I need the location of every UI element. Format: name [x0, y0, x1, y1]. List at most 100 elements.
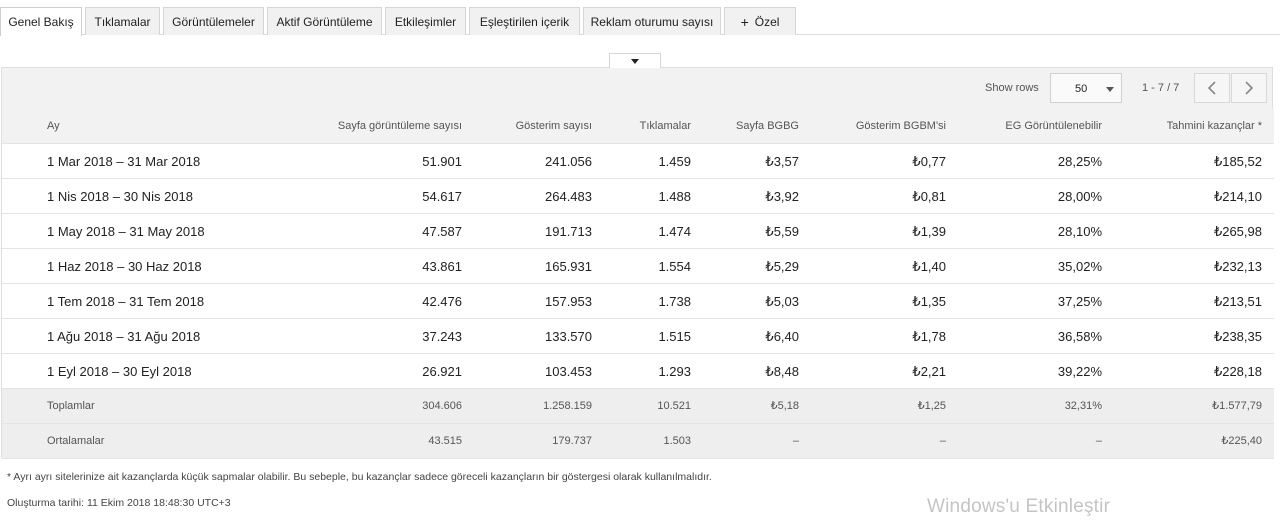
table-cell: ₺214,10: [1213, 189, 1262, 204]
table-cell: 37,25%: [1057, 294, 1102, 309]
table-cell: 42.476: [422, 294, 462, 309]
table-cell: 28,25%: [1057, 154, 1102, 169]
table-cell: 43.861: [422, 259, 462, 274]
table-cell: ₺5,18: [770, 400, 799, 412]
tab-label: Görüntülemeler: [172, 14, 255, 29]
column-header[interactable]: Gösterim BGBM'si: [812, 109, 946, 144]
table-cell: ₺1,35: [912, 294, 946, 309]
table-cell: 28,10%: [1057, 224, 1102, 239]
column-header[interactable]: Tahmini kazançlar *: [1113, 109, 1262, 144]
table-cell: –: [939, 435, 946, 447]
tab-label: Etkileşimler: [394, 14, 457, 29]
table-cell: ₺238,35: [1213, 329, 1262, 344]
table-cell: 1.503: [663, 435, 691, 447]
tab-etkilesimler[interactable]: Etkileşimler: [385, 7, 466, 35]
table-cell: 1.474: [658, 224, 691, 239]
table-cell: ₺6,40: [765, 329, 799, 344]
collapse-chart-toggle[interactable]: [609, 53, 661, 68]
table-cell: –: [1095, 435, 1102, 447]
table-cell: ₺3,57: [765, 154, 799, 169]
rows-per-page-value: 50: [1075, 83, 1088, 95]
tab-label: Eşleştirilen içerik: [479, 14, 570, 29]
rows-per-page-select[interactable]: 50: [1050, 73, 1122, 103]
table-row: 1 Mar 2018 – 31 Mar 2018 51.901 241.056 1.4…: [2, 144, 1274, 179]
table-cell: 264.483: [545, 189, 592, 204]
column-header[interactable]: EG Görüntülenebilir: [957, 109, 1102, 144]
tab-ozel[interactable]: + Özel: [724, 7, 796, 35]
table-cell: ₺5,59: [765, 224, 799, 239]
next-page-button[interactable]: [1231, 73, 1267, 103]
earnings-footnote: * Ayrı ayrı sitelerinize ait kazançlarda…: [7, 471, 712, 483]
table-cell: 179.737: [552, 435, 592, 447]
tab-tiklamalar[interactable]: Tıklamalar: [85, 7, 160, 35]
tab-aktif-goruntuleme[interactable]: Aktif Görüntüleme: [267, 7, 382, 35]
table-cell: Ortalamalar: [47, 435, 105, 447]
tab-genel-bakis[interactable]: Genel Bakış: [0, 7, 82, 36]
table-cell: 165.931: [545, 259, 592, 274]
tab-label: Özel: [754, 14, 780, 29]
table-cell: ₺1,40: [912, 259, 946, 274]
tab-label: Tıklamalar: [94, 14, 151, 29]
table-cell: 103.453: [545, 364, 592, 379]
table-cell: 51.901: [422, 154, 462, 169]
table-cell: ₺0,77: [912, 154, 946, 169]
table-cell: 1 Ağu 2018 – 31 Ağu 2018: [47, 329, 201, 344]
table-cell: ₺225,40: [1221, 435, 1262, 447]
table-cell: 1 Mar 2018 – 31 Mar 2018: [47, 154, 201, 169]
table-cell: 157.953: [545, 294, 592, 309]
table-cell: 26.921: [422, 364, 462, 379]
table-cell: ₺5,03: [765, 294, 799, 309]
table-row: 1 Ağu 2018 – 31 Ağu 2018 37.243 133.570 1.5…: [2, 319, 1274, 354]
tab-label: Genel Bakış: [8, 15, 74, 29]
created-timestamp: Oluşturma tarihi: 11 Ekim 2018 18:48:30 …: [7, 497, 231, 509]
table-cell: 304.606: [422, 400, 462, 412]
windows-activation-watermark: Windows'u Etkinleştir: [927, 496, 1111, 517]
pagination-info: 1 - 7 / 7: [1142, 82, 1180, 94]
table-row: 1 Nis 2018 – 30 Nis 2018 54.617 264.483 1.4…: [2, 179, 1274, 214]
show-rows-label: Show rows: [985, 82, 1039, 94]
table-cell: 191.713: [545, 224, 592, 239]
table-cell: 10.521: [657, 400, 691, 412]
tab-reklam-oturumu[interactable]: Reklam oturumu sayısı: [583, 7, 721, 35]
table-cell: 133.570: [545, 329, 592, 344]
table-cell: ₺1.577,79: [1212, 400, 1262, 412]
table-cell: ₺0,81: [912, 189, 946, 204]
table-cell: 1.488: [658, 189, 691, 204]
table-cell: 241.056: [545, 154, 592, 169]
table-cell: ₺232,13: [1213, 259, 1262, 274]
earnings-table: Ay Sayfa görüntüleme sayısı Gösterim sayıs…: [2, 109, 1274, 459]
table-cell: ₺2,21: [912, 364, 946, 379]
dropdown-arrow-icon: [1106, 87, 1114, 92]
tab-eslestirilen-icerik[interactable]: Eşleştirilen içerik: [469, 7, 580, 35]
column-header[interactable]: Tıklamalar: [603, 109, 691, 144]
table-cell: –: [792, 435, 799, 447]
table-cell: 47.587: [422, 224, 462, 239]
table-cell: 1.738: [658, 294, 691, 309]
table-cell: ₺1,25: [917, 400, 946, 412]
table-cell: 43.515: [428, 435, 462, 447]
table-cell: 1.515: [658, 329, 691, 344]
table-cell: 28,00%: [1057, 189, 1102, 204]
chevron-left-icon: [1207, 81, 1216, 95]
table-cell: 1 Tem 2018 – 31 Tem 2018: [47, 294, 205, 309]
tab-goruntulemeler[interactable]: Görüntülemeler: [163, 7, 264, 35]
table-cell: 37.243: [422, 329, 462, 344]
table-cell: 54.617: [422, 189, 462, 204]
table-cell: 1.258.159: [543, 400, 592, 412]
table-cell: ₺1,78: [912, 329, 946, 344]
column-header[interactable]: Sayfa görüntüleme sayısı: [279, 109, 462, 144]
tab-label: Reklam oturumu sayısı: [590, 14, 714, 29]
table-cell: 1 May 2018 – 31 May 2018: [47, 224, 205, 239]
table-cell: 1.293: [658, 364, 691, 379]
table-cell: 36,58%: [1057, 329, 1102, 344]
column-header[interactable]: Ay: [47, 109, 267, 144]
table-cell: 1.554: [658, 259, 691, 274]
table-cell: ₺265,98: [1213, 224, 1262, 239]
previous-page-button[interactable]: [1194, 73, 1230, 103]
table-cell: ₺5,29: [765, 259, 799, 274]
table-cell: ₺228,18: [1213, 364, 1262, 379]
table-row: 1 Tem 2018 – 31 Tem 2018 42.476 157.953 1.7…: [2, 284, 1274, 319]
averages-row: Ortalamalar 43.515 179.737 1.503 – – – ₺225,40: [2, 424, 1274, 459]
column-header[interactable]: Sayfa BGBG: [702, 109, 799, 144]
column-header[interactable]: Gösterim sayısı: [473, 109, 592, 144]
